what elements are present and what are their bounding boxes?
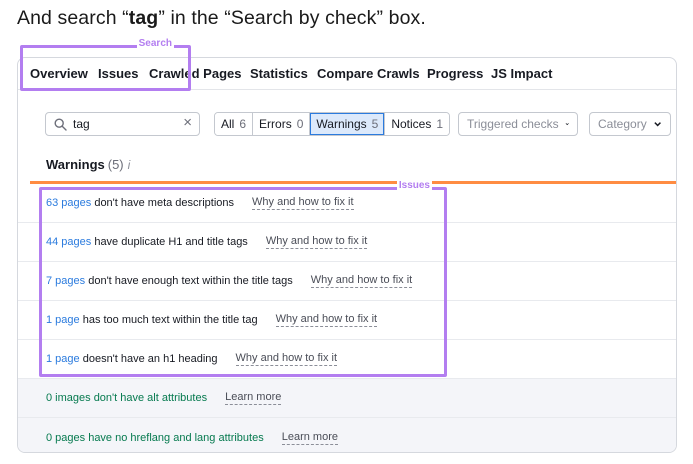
tab-overview[interactable]: Overview <box>30 66 88 81</box>
passed-check-text: 0 images don't have alt attributes <box>46 392 208 404</box>
issue-pages-link[interactable]: 1 page <box>46 314 80 326</box>
issue-pages-link[interactable]: 63 pages <box>46 197 91 209</box>
why-and-how-to-fix-link[interactable]: Why and how to fix it <box>235 352 338 366</box>
why-and-how-to-fix-link[interactable]: Why and how to fix it <box>310 274 413 288</box>
issue-pages-link[interactable]: 1 page <box>46 353 80 365</box>
caption-suffix: ” in the “Search by check” box. <box>158 7 426 29</box>
issue-text: doesn't have an h1 heading <box>79 353 218 365</box>
passed-check-text: 0 pages have no hreflang and lang attrib… <box>46 431 264 444</box>
issue-pages-link[interactable]: 44 pages <box>46 236 91 248</box>
tab-progress[interactable]: Progress <box>427 66 483 81</box>
issue-row: 44 pages have duplicate H1 and title tag… <box>18 223 676 262</box>
category-dropdown[interactable]: Category <box>589 112 671 136</box>
caption-prefix: And search “ <box>17 7 129 29</box>
issue-row: 1 page has too much text within the titl… <box>18 301 676 340</box>
severity-filter: All 6 Errors 0 Warnings 5 Notices 1 <box>214 112 451 136</box>
issue-text: have duplicate H1 and title tags <box>91 236 248 248</box>
triggered-checks-dropdown[interactable]: Triggered checks <box>458 112 578 136</box>
issue-row: 1 page doesn't have an h1 heading Why an… <box>18 340 676 379</box>
issue-pages-link[interactable]: 7 pages <box>46 275 85 287</box>
chevron-down-icon <box>565 123 569 126</box>
triggered-checks-label: Triggered checks <box>467 117 559 131</box>
tab-bar: Overview Issues Crawled Pages Statistics… <box>18 58 676 90</box>
search-by-check-box[interactable]: × <box>45 112 200 136</box>
issue-row: 7 pages don't have enough text within th… <box>18 262 676 301</box>
tab-issues[interactable]: Issues <box>98 66 139 90</box>
issue-row: 63 pages don't have meta descriptions Wh… <box>18 184 676 223</box>
warnings-heading: Warnings (5) i <box>46 157 130 172</box>
why-and-how-to-fix-link[interactable]: Why and how to fix it <box>275 313 378 327</box>
issue-text: don't have meta descriptions <box>91 197 235 209</box>
issue-text: has too much text within the title tag <box>79 314 258 326</box>
why-and-how-to-fix-link[interactable]: Why and how to fix it <box>252 196 354 210</box>
instruction-caption: And search “tag” in the “Search by check… <box>17 7 426 30</box>
filter-warnings-button[interactable]: Warnings 5 <box>310 113 386 135</box>
filter-notices-button[interactable]: Notices 1 <box>385 113 450 135</box>
warnings-count: (5) <box>107 157 124 172</box>
filter-all-button[interactable]: All 6 <box>215 113 254 135</box>
tab-js-impact[interactable]: JS Impact <box>491 66 552 81</box>
learn-more-link[interactable]: Learn more <box>281 431 338 445</box>
tab-statistics[interactable]: Statistics <box>250 66 308 81</box>
info-icon[interactable]: i <box>128 158 131 172</box>
passed-check-row: 0 images don't have alt attributes Learn… <box>18 379 676 418</box>
learn-more-link[interactable]: Learn more <box>225 391 282 405</box>
caption-keyword: tag <box>128 7 159 29</box>
category-label: Category <box>598 117 647 131</box>
site-audit-panel: Overview Issues Crawled Pages Statistics… <box>17 57 677 453</box>
passed-check-row: 0 pages have no hreflang and lang attrib… <box>18 418 676 452</box>
filter-errors-button[interactable]: Errors 0 <box>253 113 311 135</box>
search-annotation-label: Search <box>136 38 174 50</box>
search-input[interactable] <box>73 116 173 132</box>
chevron-down-icon <box>654 122 661 127</box>
search-icon <box>54 118 67 131</box>
filter-row: × All6 Errors0 Warnings5 Notices1 Trigge… <box>18 90 676 144</box>
warnings-title: Warnings <box>46 157 105 172</box>
tab-crawled-pages[interactable]: Crawled Pages <box>149 66 242 81</box>
why-and-how-to-fix-link[interactable]: Why and how to fix it <box>265 235 368 249</box>
close-icon[interactable]: × <box>183 114 192 131</box>
tab-compare-crawls[interactable]: Compare Crawls <box>317 66 420 81</box>
issue-text: don't have enough text within the title … <box>85 275 293 287</box>
